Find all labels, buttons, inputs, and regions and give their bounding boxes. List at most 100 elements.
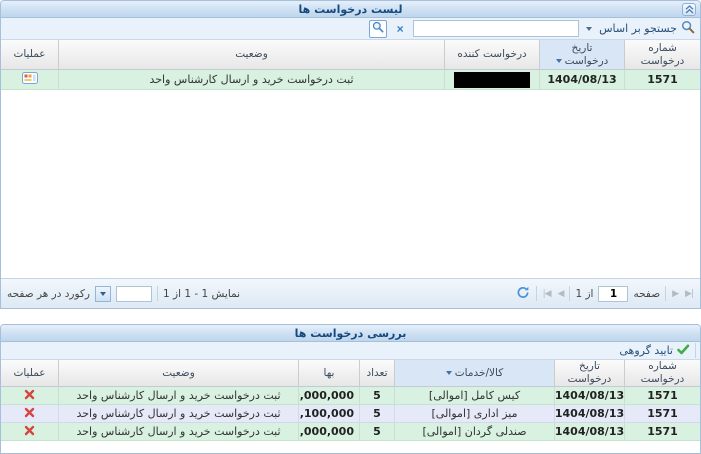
request-date-cell: 1404/08/13 xyxy=(554,405,624,422)
review-panel-title: بررسی درخواست ها xyxy=(295,327,407,340)
chevron-double-up-icon xyxy=(685,2,694,17)
request-row[interactable]: 1571 1404/08/13 ثبت درخواست خرید و ارسال… xyxy=(1,70,700,90)
separator xyxy=(695,343,696,358)
redacted-requester xyxy=(454,72,530,88)
column-header-request-date[interactable]: تاریخ درخواست xyxy=(539,40,624,69)
operations-cell xyxy=(1,70,58,89)
per-page-dropdown-button[interactable] xyxy=(95,286,111,302)
delete-x-icon xyxy=(24,390,35,403)
view-items-button[interactable] xyxy=(20,72,40,88)
price-cell: 32,000,000 xyxy=(298,423,359,440)
pager-info-group: رکورد در هر صفحه نمایش 1 - 1 از 1 xyxy=(7,279,240,308)
delete-x-icon xyxy=(24,426,35,439)
pager-bar: |◀ ◀ از 1 صفحه ▶ ▶| رکورد در هر صفحه نما… xyxy=(1,278,700,308)
column-header-request-number[interactable]: شماره درخواست xyxy=(624,360,700,386)
prev-page-button[interactable]: ◀ xyxy=(557,289,565,299)
status-cell: ثبت درخواست خرید و ارسال کارشناس واحد xyxy=(58,423,298,440)
column-header-requester[interactable]: درخواست کننده xyxy=(444,40,539,69)
request-date-cell: 1404/08/13 xyxy=(554,423,624,440)
status-cell: ثبت درخواست خرید و ارسال کارشناس واحد xyxy=(58,405,298,422)
search-icon xyxy=(681,20,695,37)
requester-cell xyxy=(444,70,539,89)
chevron-down-icon xyxy=(100,292,106,296)
items-grid-icon xyxy=(22,72,38,87)
price-cell: 3,100,000 xyxy=(298,405,359,422)
separator xyxy=(665,286,666,301)
chevron-down-icon xyxy=(586,27,592,31)
next-page-button[interactable]: ▶ xyxy=(671,289,679,299)
search-icon xyxy=(372,21,384,36)
review-toolbar: تایید گروهی xyxy=(1,342,700,360)
page-label: صفحه xyxy=(633,288,660,300)
column-header-operations: عملیات xyxy=(1,40,58,69)
requests-list-panel: لیست درخواست ها جستجو بر اساس × xyxy=(0,0,701,309)
delete-x-icon xyxy=(24,408,35,421)
request-number-cell: 1571 xyxy=(624,423,700,440)
refresh-button[interactable] xyxy=(515,286,531,302)
sort-desc-icon xyxy=(556,59,562,63)
records-per-page-label: رکورد در هر صفحه xyxy=(7,288,90,300)
column-header-quantity[interactable]: تعداد xyxy=(359,360,394,386)
column-header-operations: عملیات xyxy=(1,360,58,386)
operations-cell xyxy=(1,423,58,440)
clear-icon: × xyxy=(397,23,404,35)
search-input[interactable] xyxy=(413,20,579,37)
review-row[interactable]: 1571 1404/08/13 صندلی گردان [اموالی] 5 3… xyxy=(1,423,700,441)
request-number-cell: 1571 xyxy=(624,405,700,422)
status-cell: ثبت درخواست خرید و ارسال کارشناس واحد xyxy=(58,387,298,404)
delete-row-button[interactable] xyxy=(23,389,36,403)
request-number-cell: 1571 xyxy=(624,70,700,89)
item-cell: صندلی گردان [اموالی] xyxy=(394,423,554,440)
requests-grid-header: شماره درخواست تاریخ درخواست درخواست کنند… xyxy=(1,40,700,70)
page-number-input[interactable] xyxy=(598,286,628,302)
request-date-cell: 1404/08/13 xyxy=(539,70,624,89)
group-approve-button[interactable]: تایید گروهی xyxy=(619,344,690,358)
request-number-cell: 1571 xyxy=(624,387,700,404)
requests-list-title: لیست درخواست ها xyxy=(299,3,403,16)
grid-empty-area xyxy=(1,90,700,278)
status-cell: ثبت درخواست خرید و ارسال کارشناس واحد xyxy=(58,70,444,89)
first-page-button[interactable]: |◀ xyxy=(542,289,552,299)
quantity-cell: 5 xyxy=(359,387,394,404)
operations-cell xyxy=(1,405,58,422)
last-page-button[interactable]: ▶| xyxy=(684,289,694,299)
review-row[interactable]: 1571 1404/08/13 کیس کامل [اموالی] 5 ...0… xyxy=(1,387,700,405)
page-of-label: از 1 xyxy=(575,288,593,300)
quantity-cell: 5 xyxy=(359,423,394,440)
showing-records-label: نمایش 1 - 1 از 1 xyxy=(163,288,240,300)
separator xyxy=(569,286,570,301)
quantity-cell: 5 xyxy=(359,405,394,422)
collapse-panel-button[interactable] xyxy=(682,3,696,16)
review-grid-header: شماره درخواست تاریخ درخواست کالا/خدمات ت… xyxy=(1,360,700,387)
separator xyxy=(157,286,158,301)
search-toolbar: جستجو بر اساس × xyxy=(1,18,700,40)
review-requests-panel: بررسی درخواست ها تایید گروهی شماره درخوا… xyxy=(0,324,701,454)
column-header-request-number[interactable]: شماره درخواست xyxy=(624,40,700,69)
operations-cell xyxy=(1,387,58,404)
column-header-item[interactable]: کالا/خدمات xyxy=(394,360,554,386)
review-row[interactable]: 1571 1404/08/13 میز اداری [اموالی] 5 3,1… xyxy=(1,405,700,423)
separator xyxy=(536,286,537,301)
search-by-dropdown[interactable] xyxy=(583,20,595,38)
requests-list-header: لیست درخواست ها xyxy=(1,1,700,18)
review-panel-header: بررسی درخواست ها xyxy=(1,325,700,342)
search-by-label: جستجو بر اساس xyxy=(599,22,677,35)
item-cell: میز اداری [اموالی] xyxy=(394,405,554,422)
delete-row-button[interactable] xyxy=(23,407,36,421)
per-page-input[interactable] xyxy=(116,286,152,302)
price-cell: ...0,000,000 xyxy=(298,387,359,404)
request-date-cell: 1404/08/13 xyxy=(554,387,624,404)
group-approve-label: تایید گروهی xyxy=(619,344,673,357)
item-cell: کیس کامل [اموالی] xyxy=(394,387,554,404)
column-header-status[interactable]: وضعیت xyxy=(58,40,444,69)
column-header-price[interactable]: بها xyxy=(298,360,359,386)
page: لیست درخواست ها جستجو بر اساس × xyxy=(0,0,701,454)
grid-empty-area xyxy=(1,441,700,453)
pager-nav-group: |◀ ◀ از 1 صفحه ▶ ▶| xyxy=(515,279,694,308)
run-search-button[interactable] xyxy=(369,20,387,38)
delete-row-button[interactable] xyxy=(23,425,36,439)
column-header-status[interactable]: وضعیت xyxy=(58,360,298,386)
sort-desc-icon xyxy=(446,371,452,375)
column-header-request-date[interactable]: تاریخ درخواست xyxy=(554,360,624,386)
clear-search-button[interactable]: × xyxy=(391,20,409,38)
